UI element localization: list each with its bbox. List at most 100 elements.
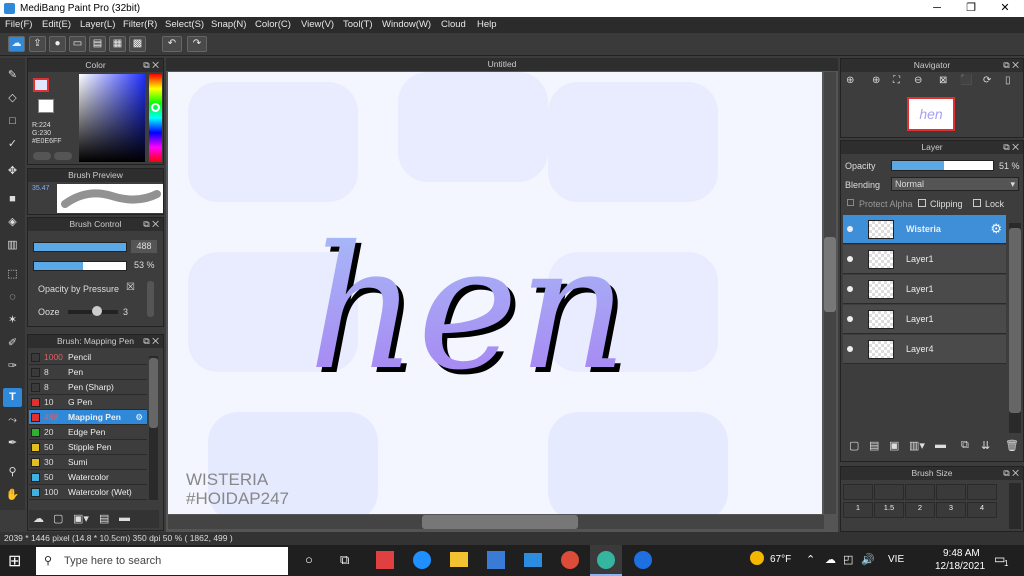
brush-list-item[interactable]: 8 Pen (29, 365, 147, 380)
layer-folder-icon[interactable]: ▬ (935, 439, 946, 451)
brush-cloud-icon[interactable]: ☁ (33, 512, 44, 525)
brush-tool-icon[interactable]: ✎ (3, 66, 22, 85)
brush-size-cell[interactable]: 1.5 (874, 502, 904, 518)
blending-select[interactable]: Normal ▾ (891, 177, 1019, 191)
brush-size-cell[interactable]: 3 (936, 502, 966, 518)
navigator-thumbnail[interactable]: hen (907, 97, 955, 131)
ooze-handle[interactable] (92, 306, 102, 316)
select-pen-icon[interactable]: ✐ (3, 334, 22, 353)
primary-color-swatch[interactable] (33, 78, 49, 92)
zoom-search-icon[interactable]: ⊕ (846, 75, 854, 86)
language-indicator[interactable]: VIE (888, 554, 904, 565)
select-tool-icon[interactable]: ⬚ (3, 265, 22, 284)
protect-alpha-checkbox[interactable] (847, 199, 854, 206)
brush-list-item[interactable]: 488 Mapping Pen ⚙ (29, 410, 147, 425)
brush-size-cell[interactable] (936, 484, 966, 500)
eyedropper-icon[interactable]: ✒ (3, 434, 22, 453)
menu-cloud[interactable]: Cloud (441, 19, 466, 30)
panel-close-icon[interactable]: ⧉ ✕ (1003, 59, 1019, 72)
cloud-icon[interactable]: ☁ (825, 553, 836, 566)
medibang-task-button[interactable] (590, 545, 622, 576)
brush-control-scrollbar[interactable] (147, 281, 154, 317)
brush-list-scrollbar[interactable] (149, 356, 158, 500)
brush-list-item[interactable]: 30 Sumi (29, 455, 147, 470)
brush-list-item[interactable]: 8 Pen (Sharp) (29, 380, 147, 395)
layer-row[interactable]: Layer1 (843, 245, 1006, 274)
brush-edit-icon[interactable]: ▤ (99, 512, 109, 525)
layer-row[interactable]: Layer1 (843, 305, 1006, 334)
hand-tool-icon[interactable]: ✋ (3, 486, 22, 505)
flip-icon[interactable]: ⊠ (939, 75, 947, 86)
clipping-checkbox[interactable] (918, 199, 926, 207)
layer-list-scrollbar[interactable] (1009, 223, 1021, 433)
brush-list-item[interactable]: 100 Watercolor (Wet) (29, 485, 147, 500)
brush-size-cell[interactable]: 2 (905, 502, 935, 518)
layer-visibility-icon[interactable] (847, 256, 853, 262)
panel-close-icon[interactable]: ⧉ ✕ (1003, 467, 1019, 480)
clock-date[interactable]: 12/18/2021 (935, 561, 985, 572)
volume-icon[interactable]: 🔊 (861, 553, 875, 566)
brush-size-cell[interactable] (905, 484, 935, 500)
brush-size-cell[interactable]: 4 (967, 502, 997, 518)
brush-settings-gear-icon[interactable]: ⚙ (135, 410, 143, 425)
comment-icon[interactable]: ▭ (69, 36, 86, 52)
reset-icon[interactable]: ▯ (1005, 75, 1011, 86)
rectangle-tool-icon[interactable]: □ (3, 112, 22, 131)
menu-help[interactable]: Help (477, 19, 497, 30)
brush-size-value[interactable]: 488 (131, 240, 157, 253)
canvas-vertical-scrollbar[interactable] (824, 72, 836, 514)
brush-folder-icon[interactable]: ▬ (119, 512, 130, 524)
secondary-color-swatch[interactable] (38, 99, 54, 113)
add-layer-menu-icon[interactable]: ▥▾ (909, 439, 925, 452)
brush-list-item[interactable]: 50 Stipple Pen (29, 440, 147, 455)
grid-icon[interactable]: ▦ (109, 36, 126, 52)
taskbar-search-box[interactable]: ⚲ Type here to search (36, 547, 288, 575)
export-icon[interactable]: ⇪ (29, 36, 46, 52)
layer-row[interactable]: Wisteria ⚙ (843, 215, 1006, 244)
hue-handle[interactable] (151, 103, 160, 112)
redo-icon[interactable]: ↷ (187, 36, 207, 52)
panel-close-icon[interactable]: ⧉ ✕ (143, 218, 159, 231)
fit-icon[interactable]: ⛶ (893, 75, 900, 86)
menu-color[interactable]: Color(C) (255, 19, 291, 30)
color-saturation-field[interactable] (79, 74, 145, 162)
canvas-horizontal-scrollbar[interactable] (168, 515, 824, 529)
brush-size-cell[interactable]: 1 (843, 502, 873, 518)
windows-start-icon[interactable]: ⊞ (8, 551, 21, 571)
layer-visibility-icon[interactable] (847, 346, 853, 352)
zoom-in-icon[interactable]: ⊕ (872, 75, 880, 86)
chrome-icon[interactable] (561, 551, 579, 569)
opacity-by-pressure-checkbox[interactable]: ☒ (126, 282, 135, 293)
brush-list-item[interactable]: 10 G Pen (29, 395, 147, 410)
brush-size-cell[interactable] (874, 484, 904, 500)
color-edit-button[interactable] (54, 152, 72, 160)
menu-edit[interactable]: Edit(E) (42, 19, 71, 30)
delete-layer-icon[interactable]: 🗑 (1005, 439, 1019, 452)
close-button[interactable]: ✕ (988, 0, 1022, 17)
layer-visibility-icon[interactable] (847, 226, 853, 232)
edge-icon[interactable] (413, 551, 431, 569)
new-layer-halftone-icon[interactable]: ▤ (869, 439, 879, 452)
hue-slider[interactable] (149, 74, 162, 162)
zoom-out-icon[interactable]: ⊖ (914, 75, 922, 86)
brush-new-icon[interactable]: ▢ (53, 512, 63, 525)
menu-layer[interactable]: Layer(L) (80, 19, 115, 30)
lock-checkbox[interactable] (973, 199, 981, 207)
actual-size-icon[interactable]: ⬛ (960, 75, 972, 86)
brush-list-item[interactable]: 1000 Pencil (29, 350, 147, 365)
layer-visibility-icon[interactable] (847, 316, 853, 322)
document-icon[interactable]: ▤ (89, 36, 106, 52)
store-icon[interactable] (487, 551, 505, 569)
menu-view[interactable]: View(V) (301, 19, 334, 30)
dropper-icon[interactable]: ⚲ (3, 463, 22, 482)
file-explorer-icon[interactable] (450, 552, 468, 567)
chevron-up-icon[interactable]: ⌃ (806, 553, 815, 566)
select-eraser-icon[interactable]: ✑ (3, 357, 22, 376)
app-tile-icon[interactable] (376, 551, 394, 569)
color-option-button[interactable] (33, 152, 51, 160)
menu-window[interactable]: Window(W) (382, 19, 431, 30)
cloud-icon[interactable]: ☁ (8, 36, 25, 52)
brush-list-item[interactable]: 20 Edge Pen (29, 425, 147, 440)
layer-row[interactable]: Layer1 (843, 275, 1006, 304)
clock-time[interactable]: 9:48 AM (943, 548, 980, 559)
